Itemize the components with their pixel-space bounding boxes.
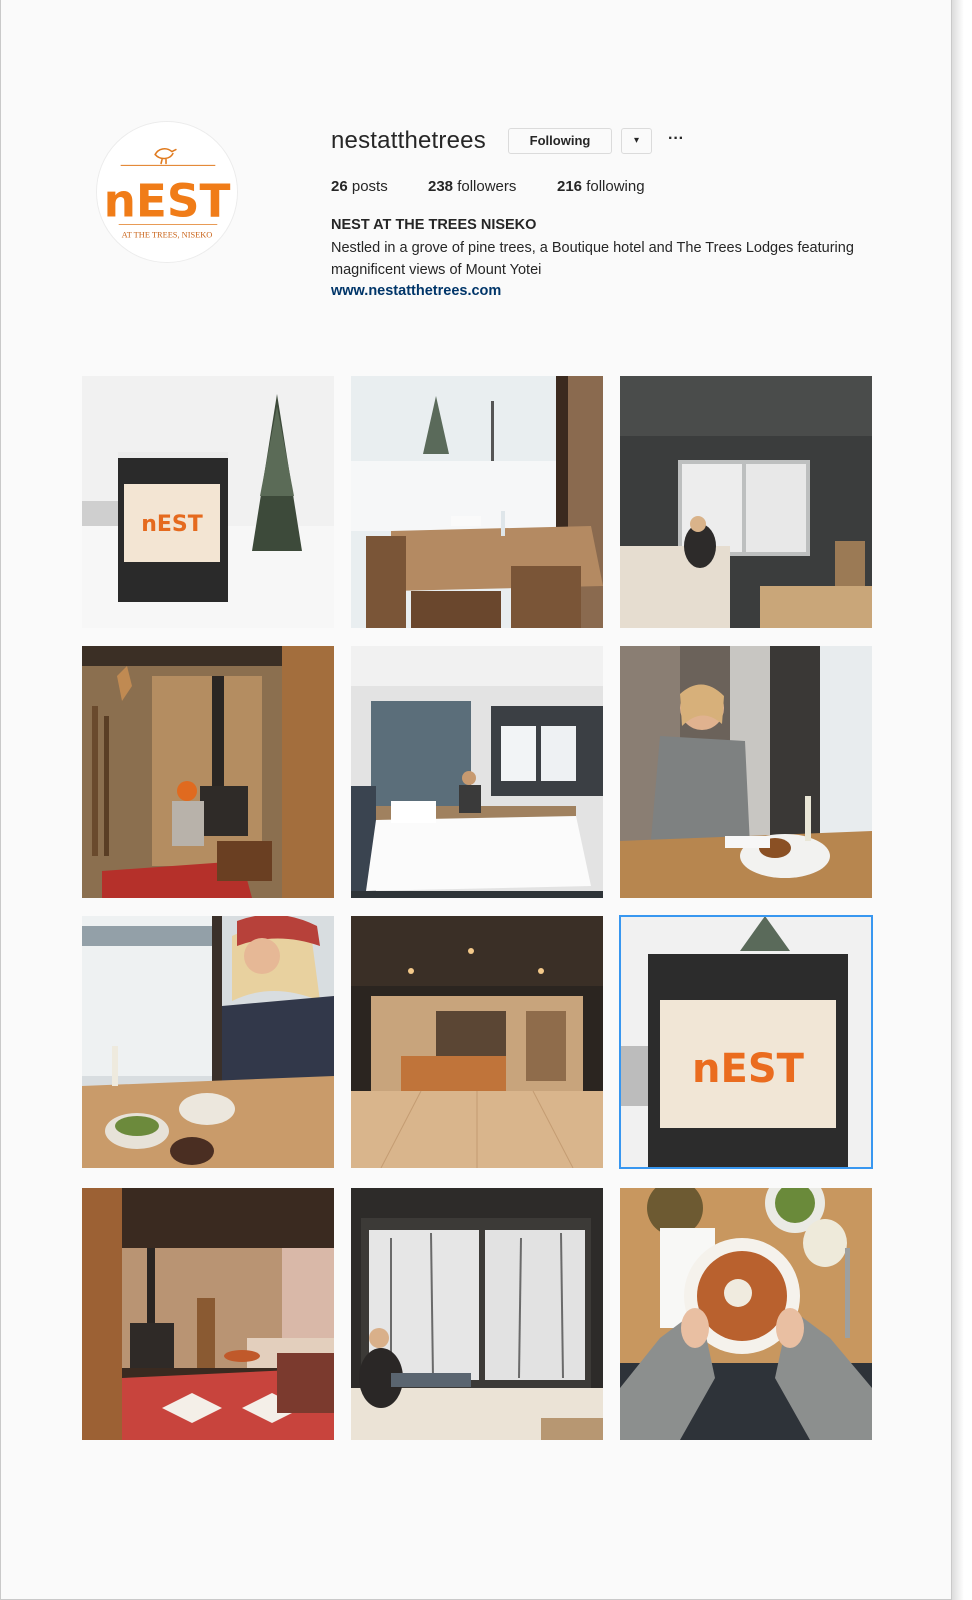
profile-website-link[interactable]: www.nestatthetrees.com <box>331 283 501 299</box>
post-image <box>82 1188 334 1440</box>
post-image <box>351 1188 603 1440</box>
post-image <box>620 376 872 628</box>
profile-avatar[interactable]: nEST AT THE TREES, NISEKO <box>96 121 238 263</box>
posts-label: posts <box>351 178 388 195</box>
profile-username: nestatthetrees <box>331 127 486 154</box>
post-image <box>351 916 603 1168</box>
post-tile-living-room[interactable] <box>82 1188 334 1440</box>
post-tile-sign-closeup[interactable]: nEST <box>619 915 873 1169</box>
followers-stat[interactable]: 238 followers <box>428 178 516 195</box>
post-tile-woman-window[interactable] <box>351 1188 603 1440</box>
post-image <box>82 646 334 898</box>
post-tile-woman-wine[interactable] <box>620 646 872 898</box>
post-tile-bowl-overhead[interactable] <box>620 1188 872 1440</box>
post-tile-dining-table[interactable] <box>351 376 603 628</box>
following-stat[interactable]: 216 following <box>557 178 645 195</box>
post-image <box>351 646 603 898</box>
following-label: following <box>586 178 645 195</box>
post-tile-fireplace-deer[interactable] <box>82 646 334 898</box>
posts-count: 26 <box>331 178 348 195</box>
logo-tagline: AT THE TREES, NISEKO <box>122 230 213 239</box>
svg-text:nEST: nEST <box>141 512 203 537</box>
nest-logo: nEST AT THE TREES, NISEKO <box>97 122 237 262</box>
following-count: 216 <box>557 178 583 195</box>
chevron-down-icon: ▾ <box>633 135 640 146</box>
posts-stat: 26 posts <box>331 178 388 195</box>
followers-count: 238 <box>428 178 454 195</box>
svg-text:nEST: nEST <box>692 1046 805 1092</box>
post-image <box>620 1188 872 1440</box>
profile-full-name: NEST AT THE TREES NISEKO <box>331 217 537 233</box>
following-button[interactable]: Following <box>508 128 612 154</box>
more-options-button[interactable]: ··· <box>665 128 687 154</box>
posts-grid: nEST nEST <box>82 376 873 1440</box>
profile-bio: Nestled in a grove of pine trees, a Bout… <box>331 240 854 278</box>
suggestions-dropdown-button[interactable]: ▾ <box>621 128 652 154</box>
post-tile-woman-red-beanie[interactable] <box>82 916 334 1168</box>
post-tile-bedroom[interactable] <box>351 646 603 898</box>
post-tile-snowy-sign[interactable]: nEST <box>82 376 334 628</box>
post-image <box>82 916 334 1168</box>
followers-label: followers <box>457 178 517 195</box>
page-frame: nEST AT THE TREES, NISEKO nestatthetrees… <box>0 0 952 1600</box>
post-tile-lobby[interactable] <box>351 916 603 1168</box>
window-edge <box>952 0 972 1600</box>
post-image: nEST <box>620 916 872 1168</box>
post-tile-lounge-window[interactable] <box>620 376 872 628</box>
post-image <box>351 376 603 628</box>
more-icon: ··· <box>668 130 684 147</box>
logo-wordmark: nEST <box>104 175 231 228</box>
post-image <box>620 646 872 898</box>
post-image: nEST <box>82 376 334 628</box>
